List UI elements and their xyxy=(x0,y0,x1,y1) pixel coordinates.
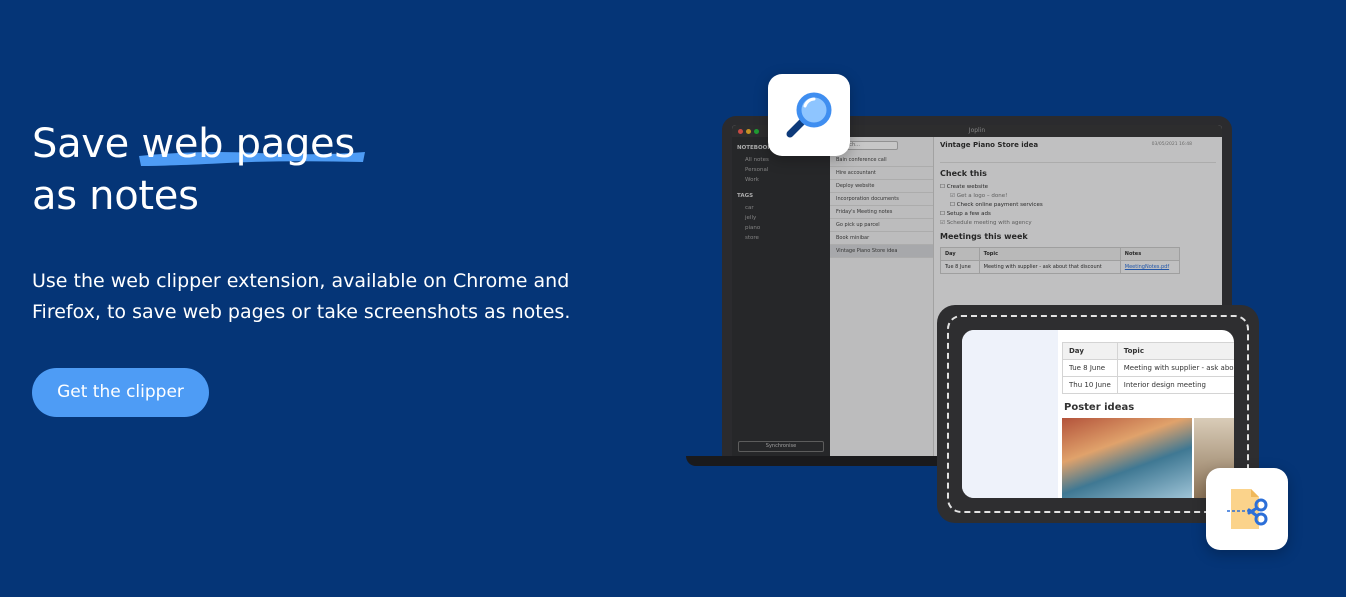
tablet-screen: Day Topic Tue 8 June Meeting with suppli… xyxy=(962,330,1234,498)
headline-highlight-text: web pages xyxy=(141,121,355,167)
table-row: Tue 8 June Meeting with supplier - ask a… xyxy=(1062,359,1234,377)
scissors-document-icon xyxy=(1206,468,1288,550)
headline-part: Save xyxy=(32,121,142,167)
table-header: Topic xyxy=(1116,342,1234,360)
magnifier-icon xyxy=(768,74,850,156)
tablet-sidebar xyxy=(962,330,1058,498)
table-cell: Tue 8 June xyxy=(1062,359,1118,377)
magnifier-glyph xyxy=(786,92,832,138)
headline: Save web pages as notes xyxy=(32,118,366,222)
table-cell: Interior design meeting xyxy=(1116,376,1234,394)
headline-highlight: web pages xyxy=(139,118,366,170)
hero-description: Use the web clipper extension, available… xyxy=(32,270,571,323)
table-cell: Meeting with supplier - ask about that d… xyxy=(1116,359,1234,377)
headline-line2: as notes xyxy=(32,173,199,219)
table-header: Day xyxy=(1062,342,1118,360)
piano-photo xyxy=(1062,418,1192,498)
clip-glyph xyxy=(1227,489,1268,529)
tablet-table: Day Topic Tue 8 June Meeting with suppli… xyxy=(1062,342,1234,394)
table-cell: Thu 10 June xyxy=(1062,376,1118,394)
tablet-note-content: Day Topic Tue 8 June Meeting with suppli… xyxy=(1062,342,1234,421)
get-clipper-button[interactable]: Get the clipper xyxy=(32,368,209,417)
table-row: Thu 10 June Interior design meeting xyxy=(1062,376,1234,394)
poster-ideas-heading: Poster ideas xyxy=(1064,402,1135,413)
